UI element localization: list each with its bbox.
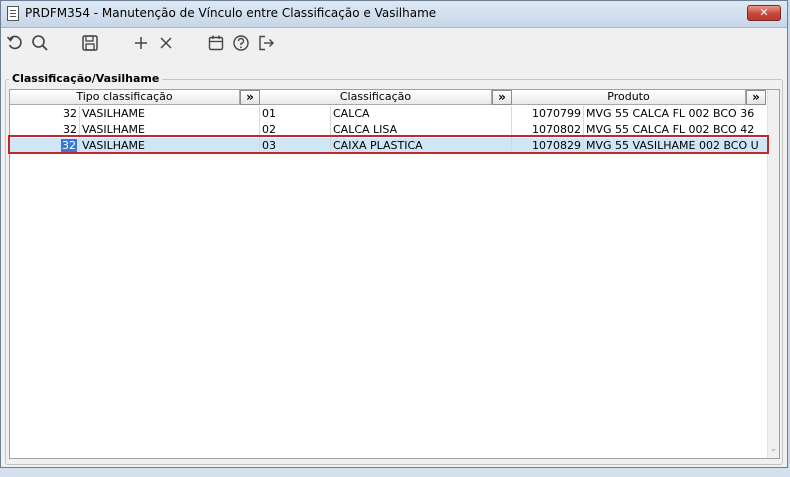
cell-tipo-code[interactable]: 32 — [10, 106, 80, 122]
chevron-down-icon[interactable]: ⌄ — [769, 445, 778, 454]
header-produto-expand-button[interactable]: » — [746, 90, 766, 105]
search-button[interactable] — [29, 32, 51, 54]
calendar-icon — [208, 35, 224, 51]
exit-button[interactable] — [255, 32, 277, 54]
header-tipo-expand-button[interactable]: » — [240, 90, 260, 105]
help-button[interactable] — [230, 32, 252, 54]
background-strip — [0, 468, 790, 477]
search-icon — [32, 35, 48, 51]
cell-class-code[interactable]: 01 — [260, 106, 331, 122]
table-row[interactable]: 32 VASILHAME 01 CALCA 1070799 MVG 55 CAL… — [10, 106, 769, 122]
save-icon — [82, 35, 98, 51]
cell-prod-code[interactable]: 1070799 — [512, 106, 584, 122]
cell-tipo-desc[interactable]: VASILHAME — [80, 106, 260, 122]
help-icon — [233, 35, 249, 51]
save-button[interactable] — [79, 32, 101, 54]
refresh-icon — [6, 35, 22, 50]
cell-prod-desc[interactable]: MVG 55 CALCA FL 002 BCO 36 — [584, 106, 769, 122]
delete-button[interactable] — [155, 32, 177, 54]
selection-highlight-outline — [8, 135, 769, 154]
title-bar[interactable]: PRDFM354 - Manutenção de Vínculo entre C… — [1, 1, 787, 28]
close-button[interactable]: ✕ — [747, 5, 781, 21]
delete-icon — [160, 37, 172, 49]
cell-class-desc[interactable]: CALCA — [331, 106, 512, 122]
toolbar — [1, 28, 787, 58]
calendar-button[interactable] — [205, 32, 227, 54]
header-produto[interactable]: Produto — [512, 90, 746, 105]
header-classificacao[interactable]: Classificação — [260, 90, 492, 105]
add-button[interactable] — [130, 32, 152, 54]
add-icon — [135, 37, 147, 49]
refresh-button[interactable] — [4, 32, 26, 54]
header-classificacao-expand-button[interactable]: » — [492, 90, 512, 105]
header-tipo-classificacao[interactable]: Tipo classificação — [10, 90, 240, 105]
exit-icon — [259, 35, 274, 51]
document-icon — [7, 6, 19, 21]
group-label: Classificação/Vasilhame — [9, 72, 163, 85]
main-window: PRDFM354 - Manutenção de Vínculo entre C… — [0, 0, 788, 468]
window-title: PRDFM354 - Manutenção de Vínculo entre C… — [25, 6, 437, 20]
